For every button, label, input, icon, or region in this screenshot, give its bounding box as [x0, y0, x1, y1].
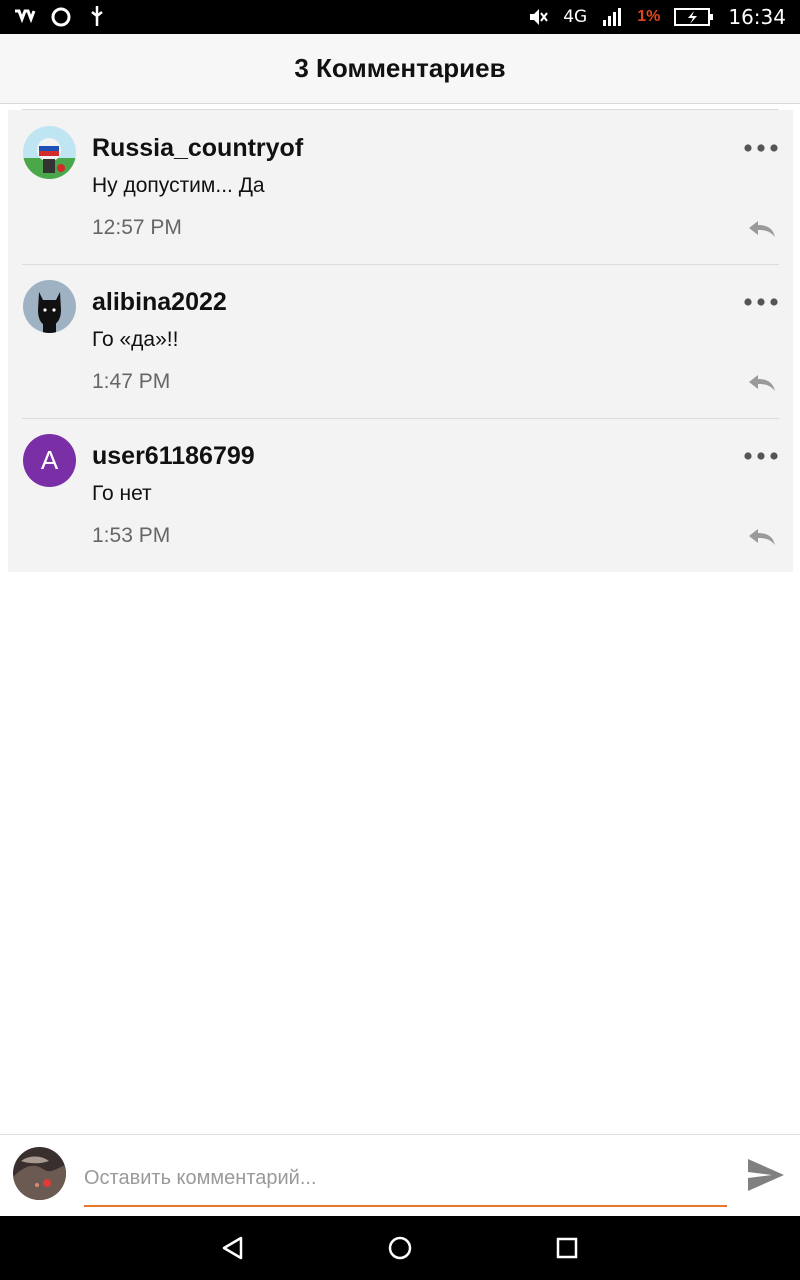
status-bar-left [14, 6, 108, 28]
comment-username[interactable]: user61186799 [92, 442, 255, 471]
comment-item[interactable]: A user61186799 Го нет 1:53 PM [8, 418, 793, 572]
comment-input[interactable] [84, 1157, 727, 1207]
send-icon[interactable] [746, 1155, 786, 1195]
status-bar-right: 4G 1% 16:34 [527, 5, 786, 29]
avatar[interactable] [23, 280, 76, 333]
mute-icon [527, 6, 549, 28]
signal-icon [601, 6, 623, 28]
comments-header: 3 Комментариев [0, 34, 800, 104]
more-options-icon[interactable] [743, 140, 779, 156]
more-options-icon[interactable] [743, 294, 779, 310]
comment-text: Ну допустим... Да [92, 174, 265, 197]
usb-icon [86, 6, 108, 28]
clock: 16:34 [728, 5, 786, 29]
comment-item[interactable]: Russia_countryof Ну допустим... Да 12:57… [8, 110, 793, 264]
comment-text: Го «да»!! [92, 328, 179, 351]
more-options-icon[interactable] [743, 448, 779, 464]
recent-apps-icon[interactable] [547, 1228, 587, 1268]
vk-notification-icon [14, 6, 36, 28]
comment-text: Го нет [92, 482, 152, 505]
reply-icon[interactable] [747, 372, 777, 394]
network-type: 4G [563, 7, 588, 27]
home-icon[interactable] [380, 1228, 420, 1268]
reply-icon[interactable] [747, 526, 777, 548]
navigation-bar [0, 1216, 800, 1280]
battery-percent: 1% [637, 8, 661, 25]
comment-username[interactable]: Russia_countryof [92, 134, 303, 163]
comments-list: Russia_countryof Ну допустим... Да 12:57… [8, 109, 793, 572]
notification-icon [50, 6, 72, 28]
battery-charging-icon [674, 6, 714, 28]
reply-icon[interactable] [747, 218, 777, 240]
status-bar: 4G 1% 16:34 [0, 0, 800, 34]
comment-time: 1:53 PM [92, 524, 171, 547]
back-icon[interactable] [213, 1228, 253, 1268]
page-title: 3 Комментариев [294, 53, 506, 83]
comment-time: 1:47 PM [92, 370, 171, 393]
comment-item[interactable]: alibina2022 Го «да»!! 1:47 PM [8, 264, 793, 418]
avatar[interactable]: A [23, 434, 76, 487]
comment-time: 12:57 PM [92, 216, 182, 239]
my-avatar [13, 1147, 66, 1200]
avatar[interactable] [23, 126, 76, 179]
comment-input-bar [0, 1134, 800, 1216]
comment-username[interactable]: alibina2022 [92, 288, 227, 317]
